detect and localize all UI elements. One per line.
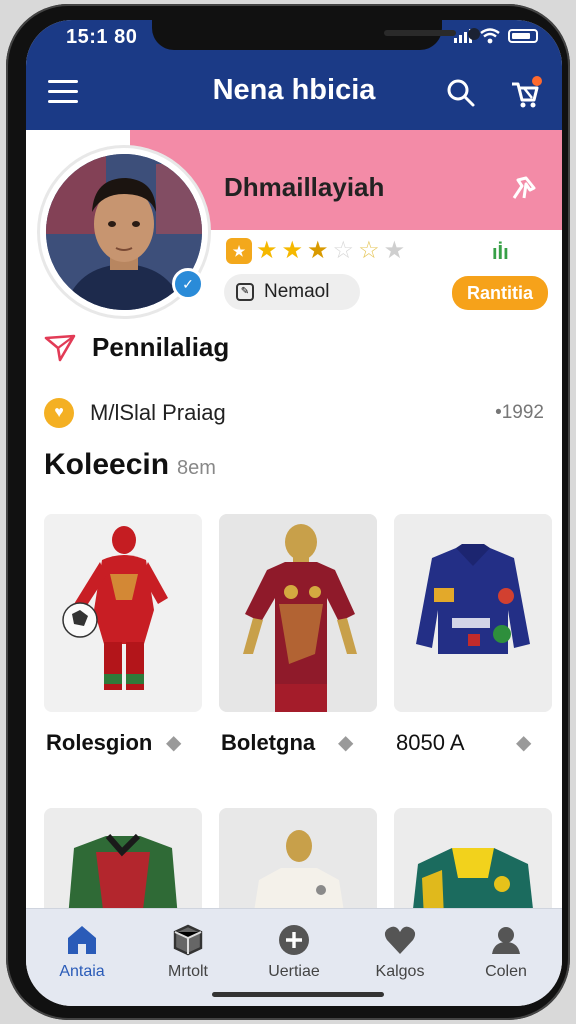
- plus-circle-icon: [279, 925, 309, 955]
- nav-item-add[interactable]: Uertiae: [244, 923, 344, 981]
- box-icon: [173, 924, 203, 956]
- status-time: 15:1 80: [66, 26, 138, 48]
- collection-title: Koleecin: [44, 448, 170, 481]
- star-empty-icon: ☆: [358, 237, 380, 264]
- row-label: Pennilaliag: [92, 332, 230, 362]
- status-icons: [454, 28, 538, 44]
- send-icon: [44, 334, 76, 361]
- speaker: [384, 30, 456, 36]
- product-card[interactable]: [44, 514, 202, 712]
- nav-label: Mrtolt: [168, 963, 208, 980]
- home-icon: [68, 926, 96, 954]
- cart-badge: [532, 76, 542, 86]
- menu-row-2[interactable]: ♥ M/lSlal Praiag •1992: [44, 398, 544, 428]
- menu-row-1[interactable]: Pennilaliag: [44, 332, 229, 363]
- product-label: Boletgna: [221, 730, 316, 755]
- product-label: 8050 A: [396, 730, 465, 755]
- product-image: [394, 808, 552, 918]
- profile-name: Dhmaillayiah: [224, 172, 385, 202]
- product-card[interactable]: [219, 808, 377, 918]
- product-card[interactable]: [394, 514, 552, 712]
- product-card[interactable]: [394, 808, 552, 918]
- star-empty-icon: ★: [383, 237, 406, 264]
- product-image: [44, 808, 202, 918]
- product-card[interactable]: [219, 514, 377, 712]
- app-title: Nena hbicia: [212, 74, 376, 106]
- nav-item-profile[interactable]: Colen: [456, 923, 556, 981]
- product-card[interactable]: [44, 808, 202, 918]
- nav-label: Antaia: [59, 963, 105, 980]
- verified-badge-icon: ✓: [172, 268, 204, 300]
- search-icon[interactable]: [446, 78, 476, 108]
- row-value: •1992: [495, 402, 544, 423]
- nav-item-home[interactable]: Antaia: [32, 923, 132, 981]
- nav-label: Colen: [485, 963, 527, 980]
- phone-frame: 15:1 80 Nena hbicia Dhmaillayiah ✓ ★ ★ ★…: [6, 4, 570, 1020]
- product-image: [44, 514, 202, 712]
- medal-icon: ★: [226, 238, 252, 264]
- home-indicator: [212, 992, 384, 997]
- chip-label: Nemaol: [264, 281, 330, 302]
- rating: ★ ★ ★ ★ ☆ ☆ ★: [226, 238, 405, 264]
- notch: [152, 20, 480, 50]
- product-image: [394, 514, 552, 712]
- nav-label: Uertiae: [268, 963, 320, 980]
- product-image: [219, 514, 377, 712]
- collection-subtitle: 8em: [177, 457, 216, 479]
- favorite-icon[interactable]: ◆: [166, 730, 181, 755]
- profile-icon: [492, 927, 520, 954]
- star-empty-icon: ☆: [332, 237, 355, 264]
- row-label: M/lSlal Praiag: [90, 400, 226, 425]
- star-icon: ★: [256, 237, 278, 264]
- follow-button[interactable]: Rantitia: [452, 276, 548, 310]
- heart-icon: [384, 926, 416, 954]
- nav-label: Kalgos: [375, 963, 425, 980]
- nav-item-favorites[interactable]: Kalgos: [350, 923, 450, 981]
- cart-button[interactable]: [508, 76, 542, 110]
- edit-icon: ✎: [236, 283, 254, 301]
- battery-icon: [508, 29, 538, 43]
- star-half-icon: ★: [307, 237, 329, 264]
- camera: [468, 28, 480, 40]
- coin-icon: ♥: [44, 398, 74, 428]
- stats-icon[interactable]: ıİı: [492, 242, 509, 265]
- screen: 15:1 80 Nena hbicia Dhmaillayiah ✓ ★ ★ ★…: [26, 20, 562, 1006]
- nav-item-products[interactable]: Mrtolt: [138, 923, 238, 981]
- star-icon: ★: [281, 237, 304, 264]
- share-icon[interactable]: [508, 172, 540, 204]
- section-title: Koleecin 8em: [44, 448, 216, 482]
- wifi-icon: [480, 28, 500, 44]
- status-chip[interactable]: ✎ Nemaol: [224, 274, 360, 310]
- favorite-icon[interactable]: ◆: [338, 730, 353, 755]
- product-label: Rolesgion: [46, 730, 153, 755]
- product-image: [219, 808, 377, 918]
- favorite-icon[interactable]: ◆: [516, 730, 531, 755]
